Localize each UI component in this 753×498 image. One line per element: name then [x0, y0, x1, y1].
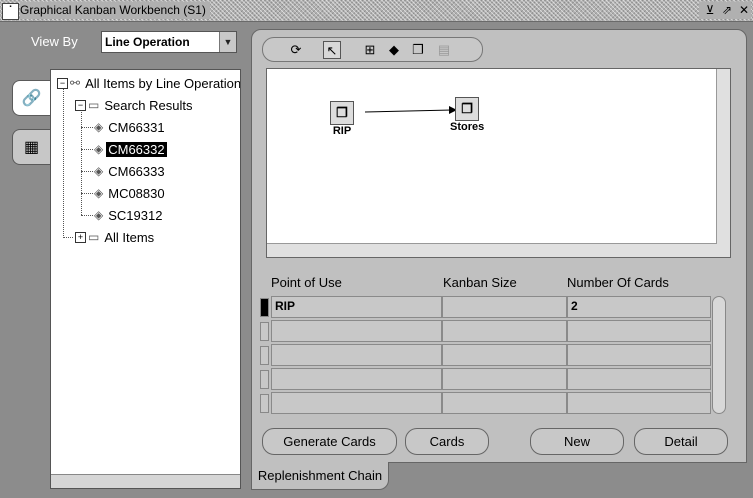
collapse-icon[interactable]: − — [57, 77, 68, 89]
app-icon: ▪ — [2, 3, 19, 20]
item-cube-icon: ◈ — [94, 164, 104, 178]
window-controls: ⊻ ⇗ ✕ — [699, 2, 751, 19]
folder-icon: ▭ — [88, 98, 100, 112]
diagram-node-stores[interactable]: ❐ Stores — [450, 97, 484, 133]
collapse-icon[interactable]: − — [75, 99, 86, 111]
table-row[interactable] — [260, 368, 711, 390]
table-cell[interactable] — [271, 368, 442, 390]
table-cell[interactable] — [442, 320, 567, 342]
table-cell[interactable]: RIP — [271, 296, 442, 318]
tree-root[interactable]: − ⚯ All Items by Line Operation — [57, 73, 240, 93]
view-by-label: View By — [31, 34, 78, 49]
canvas-vertical-scrollbar[interactable] — [716, 69, 730, 257]
table-cell[interactable] — [442, 368, 567, 390]
new-button[interactable]: New — [530, 428, 624, 455]
pull-sequence-table: RIP 2 — [260, 296, 726, 414]
table-cell[interactable] — [442, 296, 567, 318]
diagram-node-rip[interactable]: ❐ RIP — [330, 101, 354, 137]
chevron-down-icon[interactable]: ▼ — [219, 32, 236, 52]
folder-icon: ▭ — [88, 230, 100, 244]
table-row[interactable] — [260, 344, 711, 366]
connect-icon[interactable]: ⊞ — [361, 41, 379, 59]
table-row[interactable] — [260, 392, 711, 414]
minimize-icon[interactable]: ⊻ — [703, 2, 717, 18]
diagram-toolbar: ⟳ ↖ ⊞ ◆ ❐ ▤ — [262, 37, 483, 62]
canvas-horizontal-scrollbar[interactable] — [267, 243, 717, 257]
row-marker[interactable] — [260, 394, 269, 413]
tab-replenishment-chain[interactable]: Replenishment Chain — [251, 462, 389, 490]
item-cube-icon: ◈ — [94, 186, 104, 200]
view-by-value: Line Operation — [105, 35, 190, 49]
item-cube-icon: ◈ — [94, 120, 104, 134]
tree-item[interactable]: ◈ CM66333 — [94, 161, 167, 181]
tab-calculator-view[interactable]: ▦ — [12, 129, 50, 165]
window-title: Graphical Kanban Workbench (S1) — [20, 2, 210, 19]
refresh-icon[interactable]: ⟳ — [287, 41, 305, 59]
close-icon[interactable]: ✕ — [737, 2, 751, 18]
item-cube-icon: ◈ — [94, 142, 104, 156]
row-marker[interactable] — [260, 322, 269, 341]
pull-sequence-icon: ❐ — [330, 101, 354, 125]
current-row-marker[interactable] — [260, 298, 269, 317]
calculator-icon: ▦ — [23, 139, 40, 156]
table-cell[interactable] — [567, 368, 711, 390]
view-by-select[interactable]: Line Operation ▼ — [101, 31, 237, 53]
tree-node-all-items[interactable]: + ▭ All Items — [75, 227, 156, 247]
column-header-point-of-use: Point of Use — [271, 275, 342, 290]
tree-item[interactable]: ◈ MC08830 — [94, 183, 167, 203]
expand-icon[interactable]: + — [75, 231, 86, 243]
tree-horizontal-scrollbar[interactable] — [51, 474, 240, 488]
table-cell[interactable] — [442, 344, 567, 366]
tree-item[interactable]: ◈ CM66331 — [94, 117, 167, 137]
cards-button[interactable]: Cards — [405, 428, 489, 455]
tree-item-selected[interactable]: ◈ CM66332 — [94, 139, 167, 159]
row-marker[interactable] — [260, 370, 269, 389]
row-marker[interactable] — [260, 346, 269, 365]
print-icon: ▤ — [437, 42, 451, 57]
tree-node-search-results[interactable]: − ▭ Search Results — [75, 95, 195, 115]
pull-sequence-icon: ❐ — [455, 97, 480, 121]
tree-item[interactable]: ◈ SC19312 — [94, 205, 164, 225]
maximize-icon[interactable]: ⇗ — [720, 2, 734, 18]
detail-button[interactable]: Detail — [634, 428, 728, 455]
item-cube-icon: ◈ — [94, 208, 104, 222]
table-cell[interactable] — [567, 320, 711, 342]
tab-item-view[interactable]: 🔗 — [12, 80, 50, 116]
table-row[interactable]: RIP 2 — [260, 296, 711, 318]
diagram-canvas[interactable]: ❐ RIP ❐ Stores — [266, 68, 731, 258]
chain-link-icon: ⚯ — [70, 76, 81, 90]
pointer-icon[interactable]: ↖ — [323, 41, 341, 59]
column-header-number-of-cards: Number Of Cards — [567, 275, 669, 290]
diagram-arrow — [364, 106, 457, 114]
table-cell[interactable] — [567, 392, 711, 414]
column-header-kanban-size: Kanban Size — [443, 275, 517, 290]
item-tree: − ⚯ All Items by Line Operation − ▭ Sear… — [50, 69, 241, 489]
chain-link-icon: 🔗 — [21, 90, 42, 107]
eraser-icon[interactable]: ◆ — [385, 41, 403, 59]
table-cell[interactable] — [271, 392, 442, 414]
table-cell[interactable] — [442, 392, 567, 414]
table-cell[interactable] — [567, 344, 711, 366]
table-cell[interactable] — [271, 320, 442, 342]
table-vertical-scrollbar[interactable] — [712, 296, 726, 414]
table-row[interactable] — [260, 320, 711, 342]
generate-cards-button[interactable]: Generate Cards — [262, 428, 397, 455]
copy-icon[interactable]: ❐ — [409, 41, 427, 59]
table-cell[interactable]: 2 — [567, 296, 711, 318]
table-cell[interactable] — [271, 344, 442, 366]
